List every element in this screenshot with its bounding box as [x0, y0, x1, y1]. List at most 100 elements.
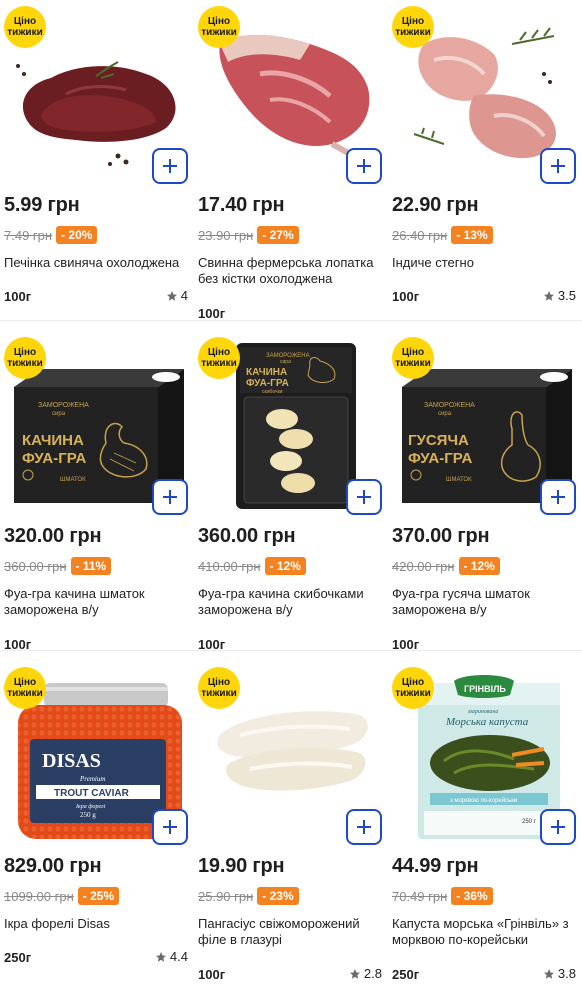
price-week-badge: Ціно тижики	[198, 6, 240, 48]
product-name[interactable]: Свинна фермерська лопатка без кістки охо…	[198, 255, 384, 287]
product-card[interactable]: Ціно тижики DISAS Premium TROUT CAVIAR І…	[0, 651, 194, 981]
product-row: Ціно тижики ЗАМОРОЖЕНА сира КАЧИНА ФУА-Г…	[0, 320, 582, 652]
seaweed-sub: з морквою по-корейськи	[450, 797, 517, 804]
product-rating: 3.5	[543, 288, 576, 303]
price-row: 7.49 грн - 20%	[4, 226, 98, 244]
star-icon	[543, 968, 554, 979]
tray-title-1: КАЧИНА	[246, 367, 287, 378]
product-weight: 100г	[392, 289, 420, 304]
box-top-text: ЗАМОРОЖЕНА	[424, 402, 475, 409]
old-price: 420.00 грн	[392, 558, 455, 574]
product-price: 829.00 грн	[4, 855, 102, 877]
caviar-label: TROUT CAVIAR	[54, 788, 130, 799]
add-to-cart-button[interactable]	[540, 148, 576, 184]
tray-top-text-2: сира	[280, 359, 291, 365]
box-title-1: КАЧИНА	[22, 432, 84, 449]
price-week-badge: Ціно тижики	[392, 337, 434, 379]
price-row: 360.00 грн - 11%	[4, 557, 112, 575]
product-name[interactable]: Фуа-гра гусяча шматок заморожена в/у	[392, 586, 578, 618]
star-icon	[166, 290, 177, 301]
price-row: 1099.00 грн - 25%	[4, 887, 120, 905]
rating-value: 4.4	[169, 949, 188, 964]
rating-value: 3.5	[557, 288, 576, 303]
box-title-1: ГУСЯЧА	[408, 432, 469, 449]
box-sub: ШМАТОК	[60, 477, 86, 483]
discount-badge: - 12%	[458, 557, 500, 575]
product-name[interactable]: Печінка свиняча охолоджена	[4, 255, 190, 271]
product-card[interactable]: Ціно тижики ЗАМОРОЖЕНА сира ГУСЯЧА ФУА-Г…	[388, 321, 582, 652]
plus-icon	[163, 159, 177, 173]
add-to-cart-button[interactable]	[540, 809, 576, 845]
product-price: 17.40 грн	[198, 194, 285, 216]
product-name[interactable]: Пангасіус свіжоморожений філе в глазурі	[198, 916, 384, 948]
discount-badge: - 27%	[257, 226, 299, 244]
add-to-cart-button[interactable]	[346, 809, 382, 845]
discount-badge: - 36%	[451, 887, 493, 905]
product-weight: 100г	[4, 289, 32, 304]
price-week-badge: Ціно тижики	[4, 667, 46, 709]
plus-icon	[551, 490, 565, 504]
price-row: 25.90 грн - 23%	[198, 887, 299, 905]
product-name[interactable]: Фуа-гра качина шматок заморожена в/у	[4, 586, 190, 618]
star-icon	[349, 968, 360, 979]
product-name[interactable]: Ікра форелі Disas	[4, 916, 190, 932]
product-weight: 250г	[4, 950, 32, 965]
product-row: Ціно тижики DISAS Premium TROUT CAVIAR І…	[0, 650, 582, 982]
price-week-badge: Ціно тижики	[392, 6, 434, 48]
product-rating: 2.8	[349, 966, 382, 981]
plus-icon	[551, 159, 565, 173]
plus-icon	[357, 490, 371, 504]
old-price: 360.00 грн	[4, 558, 67, 574]
plus-icon	[551, 820, 565, 834]
price-row: 420.00 грн - 12%	[392, 557, 500, 575]
box-sub: ШМАТОК	[446, 477, 472, 483]
price-row: 23.90 грн - 27%	[198, 226, 299, 244]
product-name[interactable]: Фуа-гра качина скибочками заморожена в/у	[198, 586, 384, 618]
star-icon	[155, 951, 166, 962]
product-rating: 4.4	[155, 949, 188, 964]
rating-value: 4	[180, 288, 188, 303]
price-row: 70.49 грн - 36%	[392, 887, 493, 905]
plus-icon	[163, 490, 177, 504]
price-row: 26.40 грн - 13%	[392, 226, 493, 244]
price-week-badge: Ціно тижики	[198, 667, 240, 709]
discount-badge: - 11%	[70, 557, 112, 575]
add-to-cart-button[interactable]	[152, 479, 188, 515]
product-row: Ціно тижики 5.99 грн 7.49 грн - 20% Печі…	[0, 0, 582, 321]
product-card[interactable]: Ціно тижики 5.99 грн 7.49 грн - 20% Печі…	[0, 0, 194, 320]
product-name[interactable]: Індиче стегно	[392, 255, 578, 271]
product-card[interactable]: Ціно тижики ЗАМОРОЖЕНА сира КАЧИНА ФУА-Г…	[0, 321, 194, 652]
seaweed-title: Морська капуста	[445, 716, 529, 728]
caviar-sub: Ікра форелі	[75, 803, 106, 810]
price-week-badge: Ціно тижики	[4, 337, 46, 379]
product-card[interactable]: Ціно тижики 17.40 грн 23.90 грн - 27% Св…	[194, 0, 388, 321]
add-to-cart-button[interactable]	[152, 809, 188, 845]
discount-badge: - 25%	[77, 887, 120, 905]
product-name[interactable]: Капуста морська «Грінвіль» з морквою по-…	[392, 916, 578, 948]
product-card[interactable]: Ціно тижики 22.90 грн 26.40 грн - 13% Ін…	[388, 0, 582, 320]
discount-badge: - 20%	[56, 226, 98, 244]
discount-badge: - 13%	[451, 226, 493, 244]
seaweed-top: маринована	[467, 709, 498, 715]
plus-icon	[163, 820, 177, 834]
product-card[interactable]: Ціно тижики ЗАМОРОЖЕНА сира КАЧИНА ФУА-Г…	[194, 321, 388, 652]
price-row: 410.00 грн - 12%	[198, 557, 306, 575]
box-top-text-2: сира	[52, 411, 66, 417]
add-to-cart-button[interactable]	[346, 148, 382, 184]
price-week-badge: Ціно тижики	[4, 6, 46, 48]
rating-value: 3.8	[557, 966, 576, 981]
box-top-text-2: сира	[438, 411, 452, 417]
product-card[interactable]: Ціно тижики ГРІНВІЛЬ маринована Морська …	[388, 651, 582, 982]
old-price: 26.40 грн	[392, 227, 448, 243]
old-price: 7.49 грн	[4, 227, 53, 243]
product-price: 320.00 грн	[4, 525, 102, 547]
rating-value: 2.8	[363, 966, 382, 981]
tray-sub: скибочки	[262, 389, 283, 395]
box-title-2: ФУА-ГРА	[22, 450, 86, 467]
add-to-cart-button[interactable]	[540, 479, 576, 515]
product-card[interactable]: Ціно тижики 19.90 грн 25.90 грн - 23% Па…	[194, 651, 388, 982]
add-to-cart-button[interactable]	[152, 148, 188, 184]
add-to-cart-button[interactable]	[346, 479, 382, 515]
product-weight: 250г	[392, 967, 420, 982]
product-weight: 100г	[198, 306, 226, 321]
